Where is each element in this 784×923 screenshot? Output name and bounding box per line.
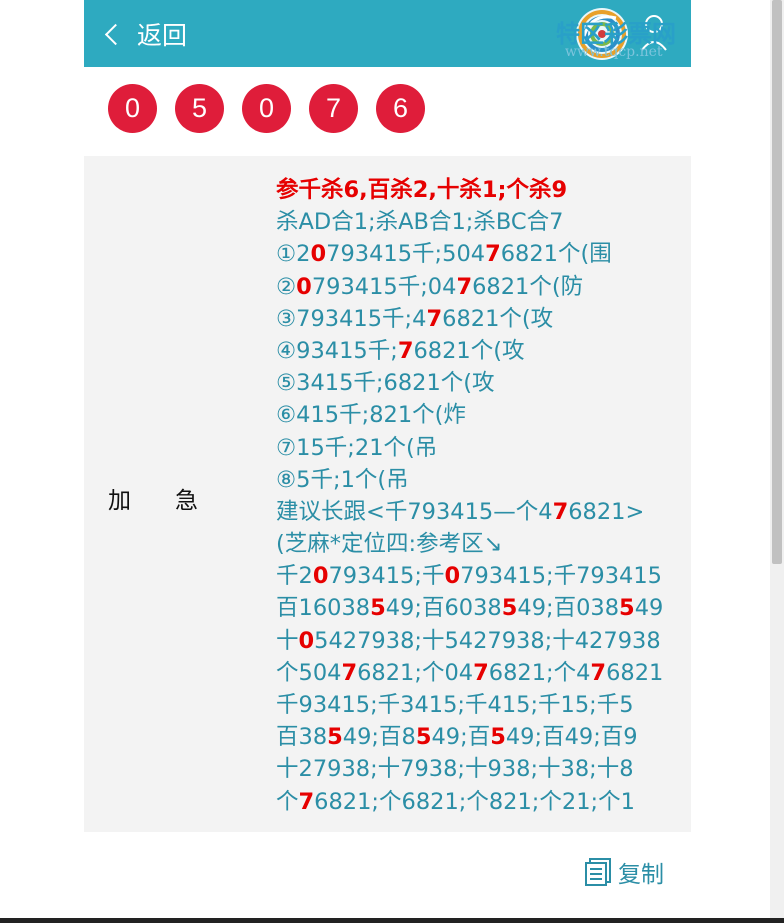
highlight-digit: 0	[298, 627, 315, 654]
prediction-text-segment: ⑤3415千;6821个(攻	[276, 370, 495, 397]
prediction-text-segment: 百38	[276, 724, 328, 751]
prediction-line: ②0793415千;0476821个(防	[276, 271, 676, 303]
prediction-text-segment: 49;百49;百9	[505, 724, 638, 751]
prediction-line: 参千杀6,百杀2,十杀1;个杀9	[276, 174, 676, 206]
back-button[interactable]: 返回	[104, 17, 188, 51]
prediction-text-segment: 49	[634, 595, 664, 622]
result-ball: 0	[108, 84, 157, 133]
prediction-text-segment: ⑧5千;1个(吊	[276, 466, 409, 493]
highlight-digit: 7	[426, 305, 443, 332]
highlight-digit: 5	[501, 595, 518, 622]
result-balls: 0 5 0 7 6	[108, 84, 425, 133]
prediction-text-segment: 个504	[276, 659, 342, 686]
result-ball: 0	[242, 84, 291, 133]
highlight-digit: 0	[312, 563, 329, 590]
prediction-line: 千20793415;千0793415;千793415	[276, 560, 676, 592]
scrollbar-thumb[interactable]	[772, 0, 782, 564]
prediction-line: (芝麻*定位四:参考区↘	[276, 528, 676, 560]
prediction-text-segment: 793415;千	[328, 563, 445, 590]
prediction-text-segment: 百16038	[276, 595, 371, 622]
highlight-digit: 7	[590, 659, 607, 686]
prediction-text-segment: 十	[276, 627, 299, 654]
prediction-text-segment: ③793415千;4	[276, 305, 427, 332]
prediction-line: ⑤3415千;6821个(攻	[276, 367, 676, 399]
result-ball: 5	[175, 84, 224, 133]
prediction-text-segment: 5427938;十5427938;十427938	[314, 627, 661, 654]
app-screen: 返回 0 5 0 7 6 加急 参千杀6,百杀2,十杀1;个杀9 杀AD合1;杀A…	[84, 0, 691, 923]
prediction-text-segment: ①2	[276, 241, 311, 268]
prediction-line: 千93415;千3415;千415;千15;千5	[276, 689, 676, 721]
prediction-text-segment: 千93415;千3415;千415;千15;千5	[276, 692, 634, 718]
prediction-line: ③793415千;476821个(攻	[276, 303, 676, 335]
prediction-line: ①20793415千;50476821个(围	[276, 238, 676, 270]
prediction-text-segment: 建议长跟<千793415—个4	[276, 498, 553, 525]
highlight-digit: 0	[444, 563, 461, 590]
highlight-digit: 0	[310, 241, 327, 268]
highlight-digit: 5	[415, 724, 432, 751]
prediction-line: ⑦15千;21个(吊	[276, 432, 676, 464]
prediction-text-segment: 6821;个6821;个821;个21;个1	[314, 788, 635, 815]
prediction-line: 百38549;百8549;百549;百49;百9	[276, 721, 676, 753]
result-ball: 7	[309, 84, 358, 133]
highlight-digit: 7	[341, 659, 358, 686]
prediction-text-segment: (芝麻*定位四:参考区↘	[276, 531, 503, 558]
highlight-digit: 7	[456, 273, 473, 300]
highlight-digit: 0	[296, 273, 312, 300]
prediction-line: ⑥415千;821个(炸	[276, 399, 676, 431]
prediction-text-segment: 49;百6038	[385, 595, 502, 622]
prediction-line: ⑧5千;1个(吊	[276, 464, 676, 496]
prediction-text-segment: 千2	[276, 563, 313, 590]
prediction-line: 个50476821;个0476821;个476821	[276, 657, 676, 689]
prediction-text-segment: 6821个(围	[500, 241, 612, 268]
highlight-digit: 5	[619, 595, 635, 622]
prediction-panel: 加急 参千杀6,百杀2,十杀1;个杀9 杀AD合1;杀AB合1;杀BC合7 ①207…	[84, 156, 691, 832]
prediction-line: 个76821;个6821;个821;个21;个1	[276, 786, 676, 818]
prediction-line: ④93415千;76821个(攻	[276, 335, 676, 367]
copy-label: 复制	[618, 862, 664, 888]
prediction-text-segment: 6821个(攻	[413, 337, 525, 364]
highlight-digit: 7	[298, 788, 315, 815]
logo-url: www.tqcp.net	[565, 44, 663, 60]
highlight-digit: 5	[327, 724, 343, 751]
prediction-text-segment: 十27938;十7938;十938;十38;十8	[276, 756, 634, 783]
urgent-tag: 加急	[108, 488, 242, 514]
prediction-text-segment: 793415千;04	[311, 273, 457, 300]
highlight-digit: 7	[485, 241, 501, 268]
highlight-digit: 7	[473, 659, 489, 686]
prediction-text-segment: ⑥415千;821个(炸	[276, 402, 466, 429]
prediction-text-segment: 49;百038	[517, 595, 620, 622]
prediction-text-segment: 6821;个04	[357, 659, 474, 686]
prediction-text: 参千杀6,百杀2,十杀1;个杀9 杀AD合1;杀AB合1;杀BC合7 ①207934…	[276, 174, 676, 818]
prediction-line: 百16038549;百6038549;百038549	[276, 592, 676, 624]
chevron-left-icon	[104, 23, 127, 46]
bottom-border	[0, 918, 784, 923]
prediction-text-segment: 参千杀6,百杀2,十杀1;个杀9	[276, 177, 568, 203]
prediction-text-segment: 6821个(防	[472, 273, 584, 300]
prediction-text-segment: 杀AD合1;杀AB合1;杀BC合7	[276, 209, 564, 236]
highlight-digit: 5	[370, 595, 386, 622]
prediction-line: 杀AD合1;杀AB合1;杀BC合7	[276, 206, 676, 238]
prediction-text-segment: ⑦15千;21个(吊	[276, 434, 438, 461]
highlight-digit: 7	[552, 498, 569, 525]
prediction-text-segment: ②	[276, 273, 297, 300]
copy-icon	[585, 858, 611, 886]
copy-button[interactable]: 复制	[584, 855, 664, 889]
prediction-text-segment: 49;百8	[342, 724, 416, 751]
highlight-digit: 7	[397, 337, 414, 364]
prediction-text-segment: 6821>	[568, 498, 645, 525]
prediction-line: 十27938;十7938;十938;十38;十8	[276, 753, 676, 785]
prediction-line: 建议长跟<千793415—个476821>	[276, 496, 676, 528]
prediction-text-segment: 6821	[606, 659, 664, 686]
prediction-text-segment: 6821;个4	[488, 659, 591, 686]
result-ball: 6	[376, 84, 425, 133]
prediction-text-segment: 793415;千793415	[460, 563, 662, 590]
prediction-text-segment: 6821个(攻	[442, 305, 554, 332]
prediction-line: 十05427938;十5427938;十427938	[276, 625, 676, 657]
prediction-text-segment: 49;百	[431, 724, 491, 751]
back-label: 返回	[137, 21, 188, 50]
prediction-text-segment: 793415千;504	[326, 241, 486, 268]
prediction-text-segment: 个	[276, 788, 299, 815]
prediction-text-segment: ④93415千;	[276, 337, 398, 364]
highlight-digit: 5	[490, 724, 506, 751]
